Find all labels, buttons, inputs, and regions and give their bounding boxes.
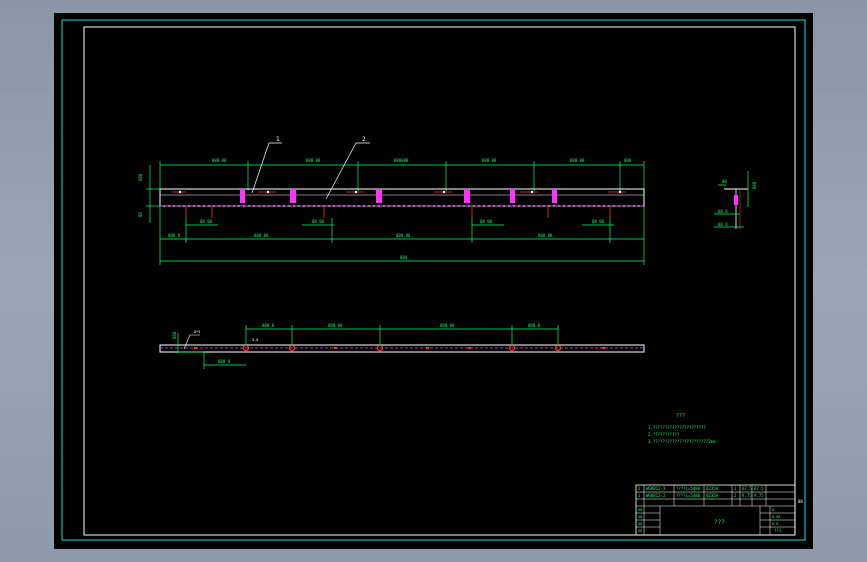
side-section-view: 88 88 8 88 8 888 xyxy=(714,171,757,229)
svg-text:88: 88 xyxy=(638,515,642,519)
svg-text:88: 88 xyxy=(638,522,642,526)
svg-text:888: 888 xyxy=(624,158,632,163)
dim-total: 888 xyxy=(400,255,408,260)
sheet-text: ??1 xyxy=(774,528,782,533)
callout-2: 2 xyxy=(362,136,366,143)
svg-text:888 88: 888 88 xyxy=(482,158,497,163)
svg-text:88 88: 88 88 xyxy=(200,219,213,224)
svg-text:88 88: 88 88 xyxy=(480,219,493,224)
svg-text:888 88: 888 88 xyxy=(570,158,585,163)
svg-text:88 8: 88 8 xyxy=(718,222,728,227)
title-block: 2 WGKB12-3 ????L=5480 Q235A 1 67.5 67.5 … xyxy=(635,484,803,536)
main-elevation-view: 888 88 888 88 888888 888 88 888 88 888 8… xyxy=(138,136,645,265)
svg-text:88: 88 xyxy=(722,179,727,184)
part-row-2-total-wt: 9.75 xyxy=(754,493,764,498)
part-row-1-no: 2 xyxy=(638,486,641,491)
svg-text:888 88: 888 88 xyxy=(306,158,321,163)
part-row-2-desc: ????L=5480 xyxy=(676,493,701,498)
inner-frame xyxy=(83,26,796,536)
plan-view: 888 8 888 88 888 88 888 8 888 8 888 8*3 … xyxy=(159,323,645,369)
svg-text:888888: 888888 xyxy=(394,158,409,163)
part-row-2-no: 1 xyxy=(638,493,641,498)
svg-text:88 88: 88 88 xyxy=(592,219,605,224)
svg-text:88: 88 xyxy=(638,508,642,512)
svg-text:888 88: 888 88 xyxy=(538,233,553,238)
part-row-2-code: WGKB12-2 xyxy=(646,493,666,498)
part-row-2-qty: 2 xyxy=(734,493,737,498)
drawing-sheet: 888 88 888 88 888888 888 88 888 88 888 8… xyxy=(61,19,806,541)
svg-text:888 88: 888 88 xyxy=(396,233,411,238)
svg-text:888 8: 888 8 xyxy=(218,359,231,364)
part-row-2-unit-wt: 9.75 xyxy=(742,493,752,498)
svg-text:8.88: 8.88 xyxy=(772,515,780,519)
note-line-3: 3.???????????????????????2mm. xyxy=(648,439,718,444)
svg-text:88 8: 88 8 xyxy=(718,209,728,214)
part-row-1-qty: 1 xyxy=(734,486,737,491)
notes-title: ??? xyxy=(676,413,685,419)
svg-text:888 88: 888 88 xyxy=(254,233,269,238)
svg-text:88: 88 xyxy=(138,212,143,217)
svg-text:888: 888 xyxy=(172,331,177,339)
svg-text:888 88: 888 88 xyxy=(440,323,455,328)
svg-text:888 88: 888 88 xyxy=(212,158,227,163)
svg-text:888 88: 888 88 xyxy=(328,323,343,328)
callout-1: 1 xyxy=(276,136,280,143)
part-row-1-code: WGKB12-3 xyxy=(646,486,666,491)
technical-notes: ??? 1.?????????????????????? 2.?????????… xyxy=(648,413,718,444)
stiffener-blocks xyxy=(240,189,557,203)
svg-text:888: 888 xyxy=(138,173,143,181)
svg-text:888: 888 xyxy=(752,181,757,189)
part-row-2-material: Q235A xyxy=(706,493,719,498)
part-row-1-total-wt: 67.5 xyxy=(754,486,764,491)
svg-text:8 8: 8 8 xyxy=(772,522,778,526)
svg-text:88: 88 xyxy=(798,499,803,504)
beam-outline xyxy=(159,188,645,207)
part-row-1-desc: ????L=5480 xyxy=(676,486,701,491)
drawing-name: ??? xyxy=(714,519,725,526)
svg-text:8: 8 xyxy=(772,508,774,512)
svg-text:88: 88 xyxy=(638,529,642,533)
svg-text:888 8: 888 8 xyxy=(528,323,541,328)
svg-text:888 8: 888 8 xyxy=(262,323,275,328)
part-row-1-unit-wt: 67.5 xyxy=(742,486,752,491)
note-line-1: 1.?????????????????????? xyxy=(648,425,706,430)
cad-viewport[interactable]: 888 88 888 88 888888 888 88 888 88 888 8… xyxy=(54,13,813,549)
svg-text:3-8: 3-8 xyxy=(252,338,258,342)
part-row-1-material: Q235A xyxy=(706,486,719,491)
note-line-2: 2.??????????? xyxy=(648,432,680,437)
svg-text:888 8: 888 8 xyxy=(168,233,181,238)
outer-frame xyxy=(61,19,806,541)
svg-text:8*3: 8*3 xyxy=(194,330,200,334)
svg-text:88 88: 88 88 xyxy=(312,219,325,224)
